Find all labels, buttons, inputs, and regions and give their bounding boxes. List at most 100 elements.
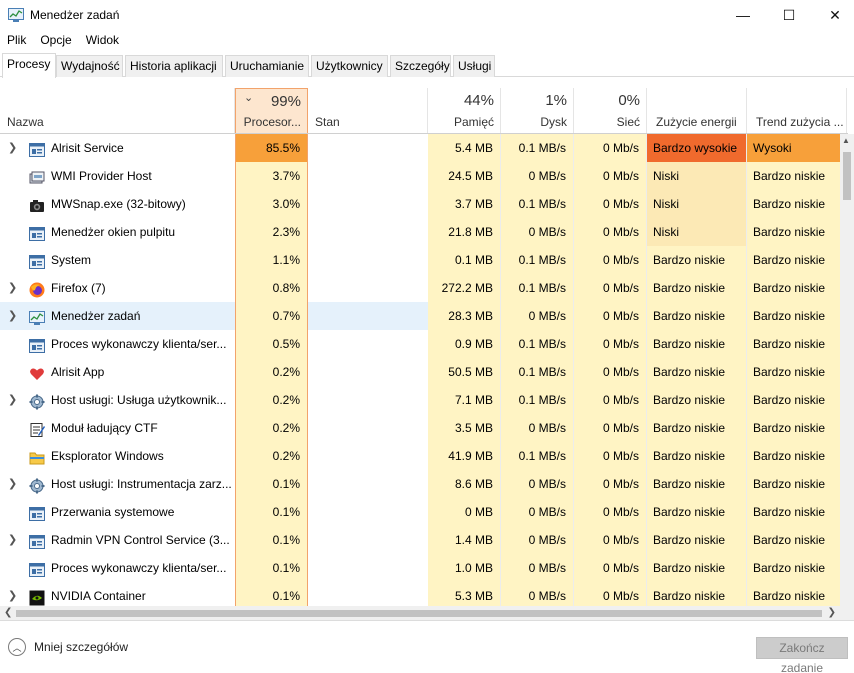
memory-cell: 3.7 MB — [454, 197, 493, 211]
status-cell — [308, 526, 428, 554]
chevron-up-icon: ︿ — [8, 638, 26, 656]
memory-cell: 41.9 MB — [448, 449, 493, 463]
process-row[interactable]: Proces wykonawczy klienta/ser... 0.5% 0.9 … — [0, 330, 846, 358]
column-header-trend[interactable]: Trend zużycia ... — [747, 88, 847, 134]
process-name: NVIDIA Container — [51, 589, 146, 603]
memory-cell: 0 MB — [464, 505, 493, 519]
status-cell — [308, 330, 428, 358]
network-cell: 0 Mb/s — [602, 365, 639, 379]
tab-services[interactable]: Usługi — [453, 55, 495, 77]
column-header-status[interactable]: Stan — [308, 88, 428, 134]
process-name: Firefox (7) — [51, 281, 106, 295]
process-row[interactable]: Eksplorator Windows 0.2% 41.9 MB 0.1 MB/s 0 … — [0, 442, 846, 470]
taskmanager-icon — [29, 308, 45, 325]
power-trend-cell: Bardzo niskie — [753, 281, 826, 295]
expand-chevron-icon[interactable]: ❯ — [8, 134, 17, 162]
header-power-label: Zużycie energii — [656, 115, 737, 129]
disk-cell: 0.1 MB/s — [518, 253, 566, 267]
horizontal-scrollbar[interactable]: ❮ ❯ — [0, 606, 854, 620]
process-row[interactable]: Alrisit App 0.2% 50.5 MB 0.1 MB/s 0 Mb/s Bard… — [0, 358, 846, 386]
expand-chevron-icon[interactable]: ❯ — [8, 470, 17, 498]
process-row[interactable]: Proces wykonawczy klienta/ser... 0.1% 1.0 … — [0, 554, 846, 582]
expand-chevron-icon[interactable]: ❯ — [8, 274, 17, 302]
power-usage-cell: Bardzo niskie — [653, 253, 726, 267]
process-row[interactable]: Przerwania systemowe 0.1% 0 MB 0 MB/s 0 Mb/s… — [0, 498, 846, 526]
network-cell: 0 Mb/s — [602, 449, 639, 463]
column-header-network[interactable]: 0% Sieć — [574, 88, 647, 134]
menu-options[interactable]: Opcje — [33, 30, 78, 50]
column-header-disk[interactable]: 1% Dysk — [501, 88, 574, 134]
disk-cell: 0.1 MB/s — [518, 393, 566, 407]
expand-chevron-icon[interactable]: ❯ — [8, 526, 17, 554]
scroll-up-arrow-icon[interactable]: ▲ — [842, 136, 850, 145]
maximize-button[interactable]: ☐ — [766, 0, 812, 30]
column-header-power[interactable]: Zużycie energii — [647, 88, 747, 134]
disk-cell: 0 MB/s — [528, 477, 566, 491]
network-cell: 0 Mb/s — [602, 533, 639, 547]
network-cell: 0 Mb/s — [602, 169, 639, 183]
network-cell: 0 Mb/s — [602, 505, 639, 519]
status-cell — [308, 582, 428, 606]
column-header-cpu[interactable]: ⌄ 99% Procesor... — [235, 88, 308, 134]
disk-cell: 0.1 MB/s — [518, 197, 566, 211]
cpu-cell: 0.2% — [272, 365, 300, 379]
end-task-button[interactable]: Zakończ zadanie — [756, 637, 848, 673]
horizontal-scroll-thumb[interactable] — [16, 610, 822, 617]
status-cell — [308, 190, 428, 218]
process-name-cell: Alrisit App — [0, 358, 235, 386]
process-row[interactable]: WMI Provider Host 3.7% 24.5 MB 0 MB/s 0 Mb/s… — [0, 162, 846, 190]
process-row[interactable]: ❯ Host usługi: Usługa użytkownik... 0.2% 7.… — [0, 386, 846, 414]
minimize-button[interactable]: — — [720, 0, 766, 30]
process-row[interactable]: ❯ Host usługi: Instrumentacja zarz... 0.1%… — [0, 470, 846, 498]
network-cell: 0 Mb/s — [602, 309, 639, 323]
memory-cell: 24.5 MB — [448, 169, 493, 183]
process-name: System — [51, 253, 92, 267]
tab-details[interactable]: Szczegóły — [390, 55, 451, 77]
tab-app-history[interactable]: Historia aplikacji — [125, 55, 223, 77]
disk-cell: 0.1 MB/s — [518, 337, 566, 351]
process-row[interactable]: System 1.1% 0.1 MB 0.1 MB/s 0 Mb/s Bardzo nis… — [0, 246, 846, 274]
column-header-memory[interactable]: 44% Pamięć — [428, 88, 501, 134]
process-row[interactable]: ❯ Firefox (7) 0.8% 272.2 MB 0.1 MB/s 0 Mb/s Ba… — [0, 274, 846, 302]
expand-chevron-icon[interactable]: ❯ — [8, 302, 17, 330]
scroll-left-arrow-icon[interactable]: ❮ — [4, 606, 12, 620]
menu-file[interactable]: Plik — [0, 30, 33, 50]
column-header-name[interactable]: Nazwa — [0, 88, 235, 134]
tab-performance[interactable]: Wydajność — [56, 55, 123, 77]
power-usage-cell: Bardzo niskie — [653, 309, 726, 323]
tab-processes[interactable]: Procesy — [2, 53, 56, 78]
process-row[interactable]: ❯ Alrisit Service 85.5% 5.4 MB 0.1 MB/s 0 Mb/… — [0, 134, 846, 162]
process-name-cell: ❯ Alrisit Service — [0, 134, 235, 162]
cpu-cell: 0.2% — [272, 449, 300, 463]
power-usage-cell: Bardzo niskie — [653, 421, 726, 435]
status-cell — [308, 162, 428, 190]
process-row[interactable]: Moduł ładujący CTF 0.2% 3.5 MB 0 MB/s 0 Mb/s… — [0, 414, 846, 442]
nvidia-icon — [29, 588, 45, 606]
fewer-details-button[interactable]: ︿ Mniej szczegółów — [8, 638, 128, 656]
process-row[interactable]: Menedżer okien pulpitu 2.3% 21.8 MB 0 MB/s 0… — [0, 218, 846, 246]
tab-startup[interactable]: Uruchamianie — [225, 55, 309, 77]
process-row[interactable]: ❯ Menedżer zadań 0.7% 28.3 MB 0 MB/s 0 Mb/s Ba… — [0, 302, 846, 330]
process-row[interactable]: ❯ NVIDIA Container 0.1% 5.3 MB 0 MB/s 0 Mb/s B… — [0, 582, 846, 606]
expand-chevron-icon[interactable]: ❯ — [8, 386, 17, 414]
expand-chevron-icon[interactable]: ❯ — [8, 582, 17, 606]
network-cell: 0 Mb/s — [602, 421, 639, 435]
process-row[interactable]: ❯ Radmin VPN Control Service (3... 0.1% 1.4… — [0, 526, 846, 554]
header-name-label: Nazwa — [7, 115, 44, 129]
memory-cell: 7.1 MB — [454, 393, 493, 407]
tab-users[interactable]: Użytkownicy — [311, 55, 388, 77]
vertical-scroll-thumb[interactable] — [843, 152, 851, 200]
process-row[interactable]: MWSnap.exe (32-bitowy) 3.0% 3.7 MB 0.1 MB/s… — [0, 190, 846, 218]
vertical-scrollbar[interactable]: ▲ — [840, 134, 854, 606]
power-trend-cell: Bardzo niskie — [753, 449, 826, 463]
menu-view[interactable]: Widok — [79, 30, 126, 50]
service-icon — [29, 224, 45, 241]
header-memory-label: Pamięć — [453, 115, 494, 129]
status-cell — [308, 134, 428, 162]
close-button[interactable]: ✕ — [812, 0, 854, 30]
scroll-right-arrow-icon[interactable]: ❯ — [828, 606, 836, 620]
tab-bar: Procesy Wydajność Historia aplikacji Uru… — [0, 53, 854, 78]
disk-cell: 0 MB/s — [528, 561, 566, 575]
power-trend-cell: Bardzo niskie — [753, 309, 826, 323]
process-name: Alrisit App — [51, 365, 105, 379]
